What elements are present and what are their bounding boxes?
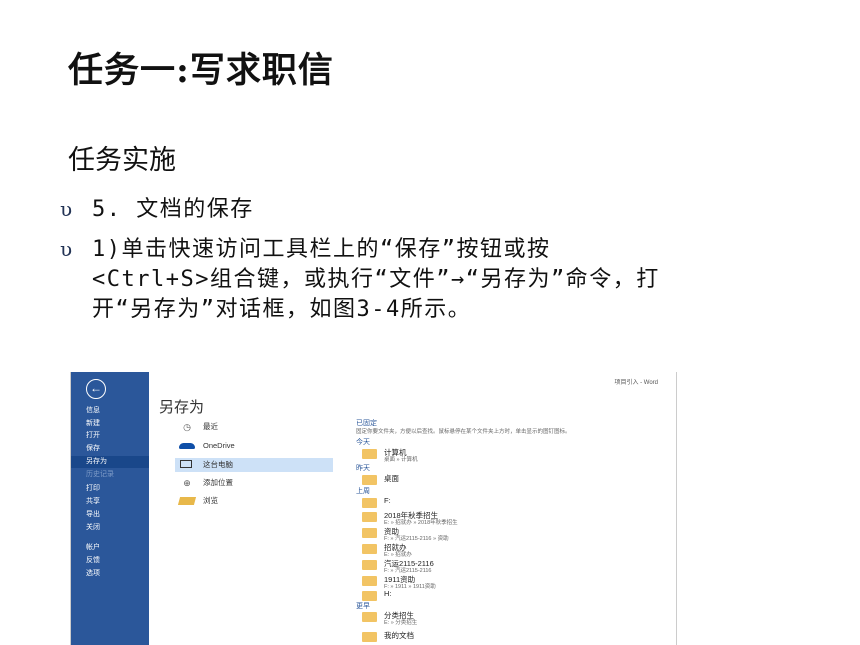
folder-item: 资助 F: » 汽运2115-2116 » 资助 [362,526,662,542]
location-label: 浏览 [203,496,218,505]
folder-icon [362,632,377,642]
save-as-screenshot: ← 信息 新建 打开 保存 另存为 历史记录 打印 共享 导出 关闭 帐户 反馈… [70,372,677,645]
folder-icon [362,498,377,508]
bullet-text: 1)单击快速访问工具栏上的“保存”按钮或按<Ctrl+S>组合键，或执行“文件”… [92,237,660,322]
sidebar-item-share: 共享 [86,498,100,505]
bullet-icon: υ [60,237,73,261]
folder-icon [362,612,377,622]
save-as-heading: 另存为 [159,399,205,416]
location-label: 最近 [203,422,218,431]
location-add-place: ⊕ 添加位置 [175,476,333,490]
folder-icon [362,512,377,522]
bullet-icon: υ [60,197,73,221]
bullet-item: υ 1)单击快速访问工具栏上的“保存”按钮或按<Ctrl+S>组合键，或执行“文… [60,235,660,325]
sidebar-item-history: 历史记录 [86,471,114,478]
location-this-pc: 这台电脑 [175,458,333,472]
bullet-item: υ 5. 文档的保存 [60,195,660,225]
folder-icon [362,544,377,554]
folder-item: 汽运2115-2116 F: » 汽运2115-2116 [362,558,662,574]
location-label: 这台电脑 [203,460,233,469]
sidebar-item-new: 新建 [86,420,100,427]
sidebar-item-open: 打开 [86,432,100,439]
today-heading: 今天 [356,439,370,446]
location-label: OneDrive [203,441,235,450]
file-sidebar: ← 信息 新建 打开 保存 另存为 历史记录 打印 共享 导出 关闭 帐户 反馈… [71,372,149,645]
clock-icon: ◷ [183,422,191,432]
bullet-list: υ 5. 文档的保存 υ 1)单击快速访问工具栏上的“保存”按钮或按<Ctrl+… [60,195,660,335]
folder-icon [362,560,377,570]
sidebar-item-info: 信息 [86,407,100,414]
folder-item: 分类招生 E: » 分类招生 [362,610,662,626]
sidebar-item-options: 选项 [86,570,100,577]
sidebar-item-account: 帐户 [86,544,100,551]
sidebar-item-print: 打印 [86,485,100,492]
sidebar-item-feedback: 反馈 [86,557,100,564]
cloud-icon [179,443,195,449]
folder-open-icon [177,497,197,505]
bullet-text: 5. 文档的保存 [92,197,254,222]
folder-item: 桌面 [362,473,662,489]
pinned-note: 固定你要文件夹，方便以后查找。鼠标悬停在某个文件夹上方时，单击显示的图钉图标。 [356,429,571,435]
location-onedrive: OneDrive [175,439,333,453]
last-week-heading: 上周 [356,488,370,495]
yesterday-heading: 昨天 [356,465,370,472]
sidebar-item-export: 导出 [86,511,100,518]
location-recent: ◷ 最近 [175,420,333,434]
folder-icon [362,449,377,459]
slide-title: 任务一:写求职信 [68,50,334,91]
sidebar-item-close: 关闭 [86,524,100,531]
folder-item: 计算机 桌面 » 计算机 [362,447,662,463]
folder-item: 我的文档 [362,630,662,645]
folder-item: 1911资助 F: » 1911 » 1911资助 [362,574,662,590]
folder-icon [362,528,377,538]
section-heading: 任务实施 [68,145,176,176]
computer-icon [180,460,192,468]
folder-icon [362,591,377,601]
back-arrow-icon: ← [86,379,106,399]
window-title: 项目引入 - Word [614,380,658,386]
sidebar-item-save: 保存 [86,445,100,452]
sidebar-item-save-as: 另存为 [71,456,149,468]
folder-icon [362,576,377,586]
location-label: 添加位置 [203,478,233,487]
globe-plus-icon: ⊕ [183,478,191,488]
location-browse: 浏览 [175,494,333,508]
folder-item: 2018年秋季招生 E: » 招就办 » 2018年秋季招生 [362,510,662,526]
folder-item: H: [362,589,662,605]
folder-icon [362,475,377,485]
folder-item: 招就办 E: » 招就办 [362,542,662,558]
